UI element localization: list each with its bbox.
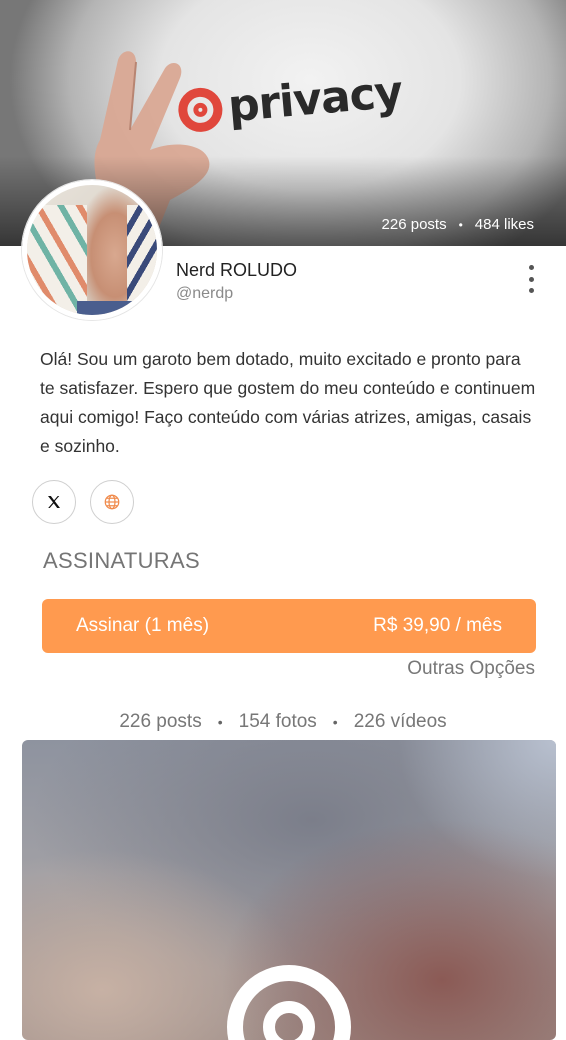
profile-handle: @nerdp — [176, 285, 234, 302]
cover-stats: 226 posts • 484 likes — [382, 216, 534, 233]
posts-count-tab[interactable]: 226 posts — [119, 711, 201, 733]
subscribe-button[interactable]: Assinar (1 mês) R$ 39,90 / mês — [42, 599, 536, 653]
subscribe-plan-label: Assinar (1 mês) — [76, 615, 210, 636]
videos-count-tab[interactable]: 226 vídeos — [354, 711, 447, 733]
more-dot-icon — [528, 288, 534, 293]
counts-separator: • — [217, 714, 223, 730]
more-dot-icon — [528, 276, 534, 282]
photos-count-tab[interactable]: 154 fotos — [239, 711, 317, 733]
brand-mark-icon — [176, 85, 225, 134]
counts-separator: • — [332, 714, 338, 730]
subscribe-plan-price: R$ 39,90 / mês — [373, 615, 502, 636]
cover-stats-separator: • — [458, 217, 463, 232]
profile-name: Nerd ROLUDO — [176, 260, 298, 280]
cover-posts-count: 226 posts — [381, 216, 447, 233]
globe-icon — [104, 494, 120, 510]
content-counts: 226 posts • 154 fotos • 226 vídeos — [0, 711, 566, 733]
avatar[interactable] — [22, 180, 162, 320]
more-dot-icon — [528, 265, 534, 270]
x-logo-icon — [48, 496, 60, 508]
locked-content-icon — [227, 965, 351, 1040]
locked-post-preview[interactable] — [22, 740, 556, 1040]
post-blur-highlight — [396, 740, 556, 880]
website-link-button[interactable] — [90, 480, 134, 524]
avatar-shorts — [77, 301, 147, 315]
profile-bio: Olá! Sou um garoto bem dotado, muito exc… — [40, 349, 536, 456]
other-options-link[interactable]: Outras Opções — [407, 658, 535, 680]
subscriptions-title: ASSINATURAS — [43, 548, 200, 573]
more-options-button[interactable] — [520, 263, 542, 295]
x-link-button[interactable] — [32, 480, 76, 524]
cover-likes-count: 484 likes — [474, 216, 534, 233]
